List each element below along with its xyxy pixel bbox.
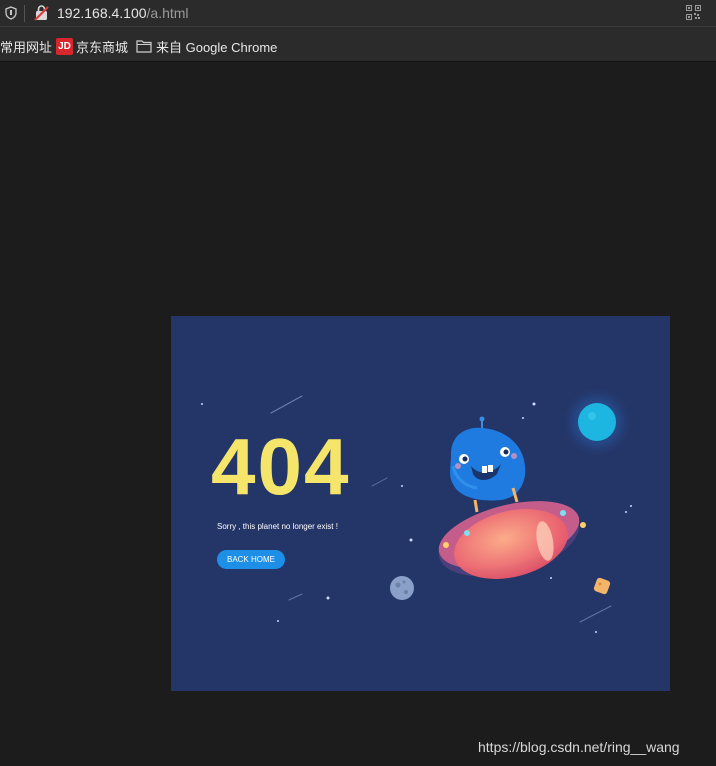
folder-icon [136,40,152,53]
qr-code-icon[interactable] [686,5,701,20]
small-moon [390,576,414,600]
back-home-button[interactable]: BACK HOME [217,550,285,569]
orange-rock [593,577,611,595]
address-divider [24,5,25,22]
bookmark-jd[interactable]: 京东商城 [76,40,128,56]
bookmark-folder-google-chrome[interactable]: 来自 Google Chrome [156,40,277,56]
source-watermark: https://blog.csdn.net/ring__wang [478,739,680,755]
url-path: /a.html [146,5,189,21]
insecure-lock-icon[interactable] [34,5,49,21]
url-host: 192.168.4.100 [57,5,147,21]
shield-icon[interactable] [5,6,17,20]
not-found-illustration: 404 Sorry , this planet no longer exist … [171,316,670,691]
jd-icon: JD [56,38,73,55]
ufo [438,501,586,579]
address-bar[interactable]: 192.168.4.100/a.html [0,0,716,27]
bookmark-common-sites[interactable]: 常用网址 [0,40,52,56]
alien [450,416,526,513]
url-text[interactable]: 192.168.4.100/a.html [57,4,189,22]
planet [578,403,616,441]
error-message: Sorry , this planet no longer exist ! [217,522,338,531]
error-code-heading: 404 [211,422,351,511]
